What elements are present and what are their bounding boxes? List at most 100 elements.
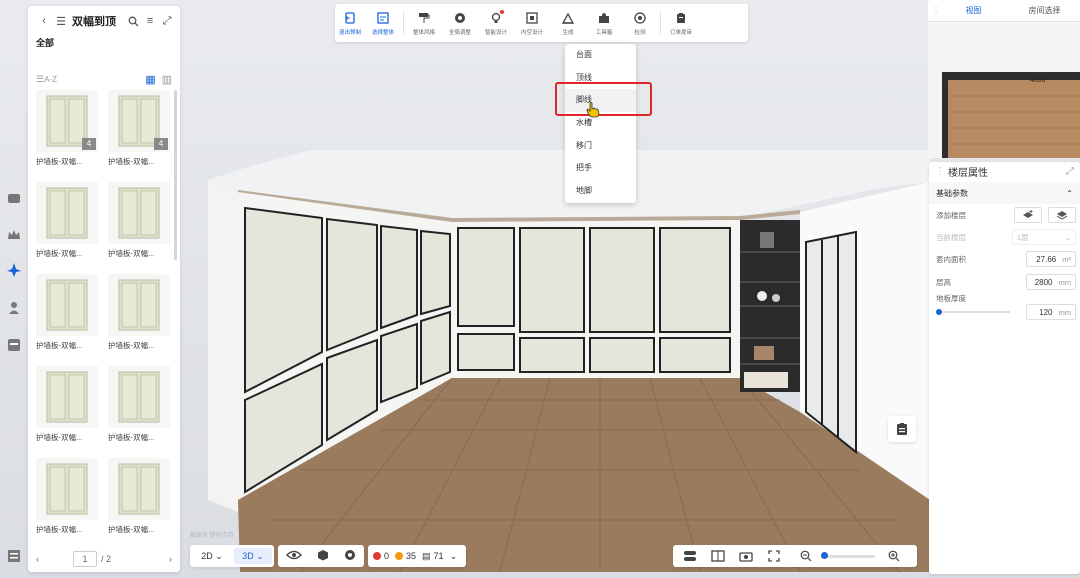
product-card[interactable]: 护墙板-双幅... bbox=[36, 458, 98, 535]
tab-room-select[interactable]: 房间选择 bbox=[1009, 5, 1080, 16]
filter-icon[interactable]: ≡ bbox=[143, 14, 157, 28]
toolbar-button-6[interactable]: 生成 bbox=[550, 4, 586, 42]
page-input[interactable]: 1 bbox=[73, 551, 97, 567]
error-icon bbox=[373, 552, 381, 560]
search-icon[interactable] bbox=[126, 14, 140, 28]
detail-view-icon[interactable]: ▥ bbox=[162, 73, 172, 86]
toolbar-button-0[interactable]: 退出预制 bbox=[335, 4, 365, 42]
slab-slider-knob[interactable] bbox=[936, 309, 942, 315]
add-floor-below-button[interactable] bbox=[1048, 207, 1076, 223]
back-chevron-icon[interactable]: ‹ bbox=[37, 14, 51, 28]
top-toolbar: 退出预制 选择整体 整体风格 全局调整 智能设计 内空设计 生成 工具箱 检测 订单提审 bbox=[335, 4, 748, 42]
product-card[interactable]: 护墙板-双幅... bbox=[36, 366, 98, 443]
cube-icon[interactable] bbox=[317, 549, 329, 563]
toolbar-button-2[interactable]: 整体风格 bbox=[406, 4, 442, 42]
zoom-slider[interactable] bbox=[821, 551, 875, 559]
list-panel-icon[interactable] bbox=[6, 548, 22, 564]
slab-input[interactable]: 120 mm bbox=[1026, 304, 1076, 320]
add-floor-above-button[interactable] bbox=[1014, 207, 1042, 223]
dropdown-item[interactable]: 把手 bbox=[565, 157, 636, 180]
toolbar-button-3[interactable]: 全局调整 bbox=[442, 4, 478, 42]
toolbar-button-5[interactable]: 内空设计 bbox=[514, 4, 550, 42]
grid-view-icon[interactable]: ▦ bbox=[145, 73, 155, 86]
storage-icon[interactable] bbox=[6, 337, 22, 353]
area-value: 27.66 bbox=[1036, 254, 1057, 264]
product-card[interactable]: 护墙板-双幅... bbox=[108, 458, 170, 535]
view-3d-button[interactable]: 3D ⌄ bbox=[234, 548, 272, 564]
toolbar-button-label: 退出预制 bbox=[338, 29, 361, 36]
toolbar-button-4[interactable]: 智能设计 bbox=[478, 4, 514, 42]
exit-icon bbox=[343, 11, 357, 25]
toolbar-button-7[interactable]: 工具箱 bbox=[586, 4, 622, 42]
view-tools-bar bbox=[673, 545, 917, 567]
library-scrollbar[interactable] bbox=[174, 90, 177, 260]
tab-view[interactable]: 视图 bbox=[938, 5, 1009, 16]
toolbar-button-label: 内空设计 bbox=[520, 29, 543, 36]
library-title: 双幅到顶 bbox=[72, 16, 116, 28]
sort-icon[interactable]: ☰ bbox=[36, 74, 44, 85]
dropdown-item[interactable]: 台面 bbox=[565, 44, 636, 67]
sort-label[interactable]: A-Z bbox=[44, 75, 145, 84]
product-card[interactable]: 护墙板-双幅... bbox=[36, 182, 98, 259]
fit-screen-icon[interactable] bbox=[763, 548, 785, 564]
product-thumbnail bbox=[108, 274, 170, 336]
height-value: 2800 bbox=[1034, 277, 1053, 287]
height-input[interactable]: 2800 mm bbox=[1026, 274, 1076, 290]
height-row: 层高 2800 mm bbox=[936, 273, 1076, 291]
product-thumbnail bbox=[36, 366, 98, 428]
height-unit: mm bbox=[1058, 277, 1072, 287]
expand-icon[interactable]: ⤢ bbox=[160, 14, 174, 28]
chevron-down-icon[interactable]: ⌄ bbox=[450, 551, 458, 562]
zoom-out-icon[interactable] bbox=[795, 548, 817, 564]
crown-icon[interactable] bbox=[6, 227, 22, 243]
props-header: ⋮ 楼层属性 ⤢ bbox=[929, 162, 1080, 180]
custom-design-icon[interactable] bbox=[6, 262, 22, 278]
category-label[interactable]: 全部 bbox=[28, 36, 180, 50]
chevron-down-icon: ⌄ bbox=[1064, 232, 1071, 242]
dropdown-item[interactable]: 移门 bbox=[565, 135, 636, 158]
render-style-icon[interactable] bbox=[344, 549, 356, 563]
product-card[interactable]: 护墙板-双幅... bbox=[36, 274, 98, 351]
product-caption: 护墙板-双幅... bbox=[36, 341, 83, 350]
product-caption: 护墙板-双幅... bbox=[108, 157, 155, 166]
chevron-up-icon[interactable]: ⌃ bbox=[1066, 189, 1073, 198]
clipboard-float-button[interactable] bbox=[888, 416, 916, 442]
dropdown-item[interactable]: 地脚 bbox=[565, 180, 636, 203]
product-card[interactable]: 护墙板-双幅... bbox=[108, 366, 170, 443]
expand-icon[interactable]: ⤢ bbox=[1066, 166, 1074, 177]
zoom-in-icon[interactable] bbox=[883, 548, 905, 564]
next-page-icon[interactable]: › bbox=[169, 554, 172, 564]
toolbar-button-8[interactable]: 检测 bbox=[622, 4, 658, 42]
product-card[interactable]: 护墙板-双幅... bbox=[108, 182, 170, 259]
warning-count-value: 35 bbox=[406, 551, 417, 561]
user-icon[interactable] bbox=[6, 300, 22, 316]
slab-slider[interactable] bbox=[936, 307, 1026, 317]
toolbar-button-1[interactable]: 选择整体 bbox=[365, 4, 401, 42]
drag-handle-icon[interactable]: ⋮ bbox=[935, 166, 945, 177]
toolbar-button-9[interactable]: 订单提审 bbox=[663, 4, 699, 42]
product-card[interactable]: 4 护墙板-双幅... bbox=[108, 90, 170, 167]
product-card[interactable]: 4 护墙板-双幅... bbox=[36, 90, 98, 167]
zoom-slider-knob[interactable] bbox=[821, 551, 828, 559]
cabinet-icon[interactable] bbox=[6, 190, 22, 206]
area-input[interactable]: 27.66 m² bbox=[1026, 251, 1076, 267]
warning-count: 35 bbox=[395, 551, 416, 561]
eye-icon[interactable] bbox=[285, 550, 302, 562]
floor-plan-preview[interactable] bbox=[942, 72, 1080, 158]
product-card[interactable]: 护墙板-双幅... bbox=[108, 274, 170, 351]
basic-params-section[interactable]: 基础参数 ⌃ bbox=[929, 182, 1080, 204]
height-label: 层高 bbox=[936, 277, 951, 287]
check-status-bar[interactable]: 0 35 ▤ 71 ⌄ bbox=[368, 545, 466, 567]
generate-dropdown-menu: 台面 顶线 脚线 水槽 移门 把手 地脚 bbox=[565, 44, 636, 203]
list-icon[interactable]: ☰ bbox=[54, 14, 68, 28]
camera-reset-icon[interactable] bbox=[735, 548, 757, 564]
product-thumbnail: 4 bbox=[108, 90, 170, 152]
prev-page-icon[interactable]: ‹ bbox=[36, 554, 39, 564]
toggle-icon[interactable] bbox=[679, 548, 701, 564]
toolbar-button-label: 检测 bbox=[634, 29, 646, 36]
toolbar-separator bbox=[403, 11, 404, 35]
product-thumbnail bbox=[36, 274, 98, 336]
view-2d-button[interactable]: 2D ⌄ bbox=[193, 548, 231, 564]
drag-handle-icon[interactable]: ⋮ bbox=[928, 6, 940, 15]
floorplan-view-icon[interactable] bbox=[707, 548, 729, 564]
